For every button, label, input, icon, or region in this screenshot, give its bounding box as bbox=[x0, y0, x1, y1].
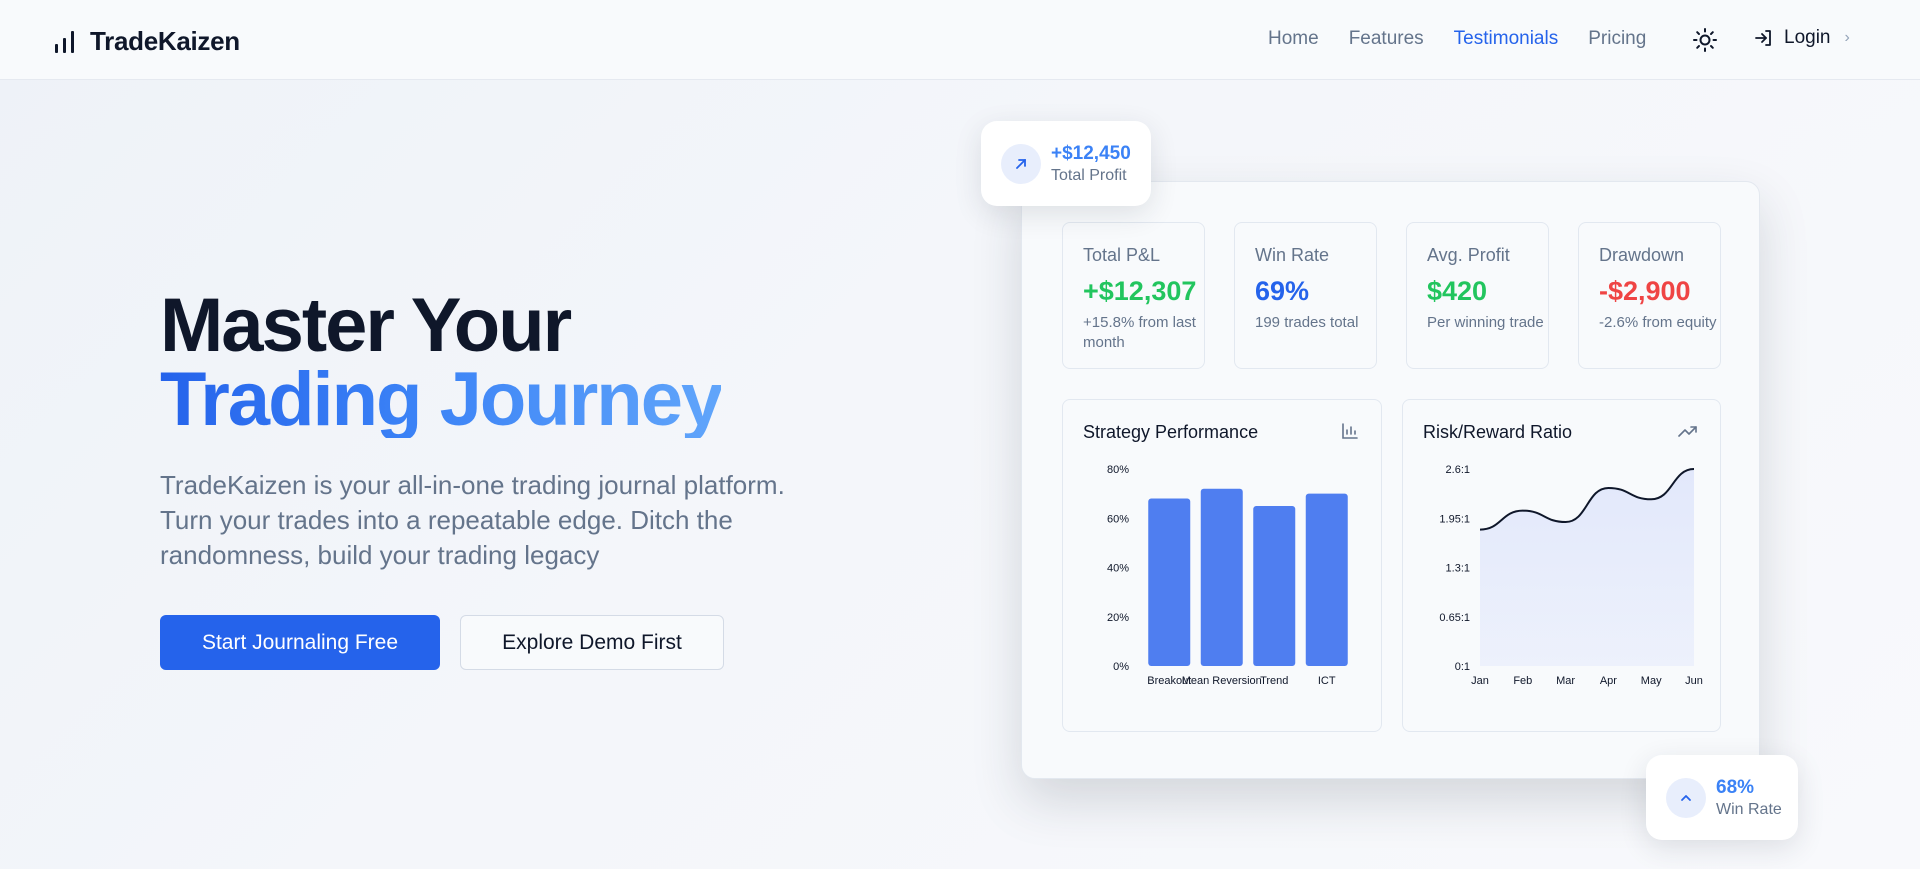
hero-title: Master Your Trading Journey bbox=[160, 283, 723, 442]
chevron-right-icon: › bbox=[1844, 29, 1850, 46]
badge-value: 68% bbox=[1716, 777, 1755, 798]
stat-card-win-rate: Win Rate 69% 199 trades total bbox=[1234, 222, 1377, 369]
badge-value: +$12,450 bbox=[1051, 143, 1131, 164]
arrow-up-right-icon bbox=[1001, 144, 1041, 184]
total-profit-badge: +$12,450 Total Profit bbox=[981, 121, 1151, 206]
bar bbox=[1148, 498, 1191, 666]
x-tick-label: Mar bbox=[1556, 675, 1575, 687]
start-journaling-button[interactable]: Start Journaling Free bbox=[160, 615, 440, 670]
stat-sub: +15.8% from last month bbox=[1083, 314, 1196, 351]
x-tick-label: May bbox=[1641, 675, 1662, 687]
login-label: Login bbox=[1784, 27, 1831, 48]
nav-testimonials[interactable]: Testimonials bbox=[1454, 28, 1559, 50]
x-tick-label: ICT bbox=[1318, 675, 1336, 687]
stat-sub: -2.6% from equity bbox=[1599, 314, 1717, 331]
nav-pricing[interactable]: Pricing bbox=[1588, 28, 1646, 50]
stat-label: Win Rate bbox=[1255, 245, 1330, 265]
nav-home[interactable]: Home bbox=[1268, 28, 1319, 50]
stat-value: +$12,307 bbox=[1083, 276, 1197, 306]
x-tick-label: Mean Reversion bbox=[1182, 675, 1262, 687]
y-tick-label: 60% bbox=[1107, 513, 1129, 525]
y-tick-label: 80% bbox=[1107, 464, 1129, 476]
bar-chart-icon bbox=[55, 30, 74, 53]
y-tick-label: 0% bbox=[1113, 661, 1129, 673]
chevron-up-icon bbox=[1666, 778, 1706, 818]
y-tick-label: 40% bbox=[1107, 563, 1129, 575]
x-tick-label: Feb bbox=[1513, 675, 1532, 687]
strategy-performance-panel: Strategy Performance 0% 20% 40% 60% 80% Break… bbox=[1062, 399, 1382, 732]
bar bbox=[1305, 493, 1348, 666]
stat-value: 69% bbox=[1255, 276, 1310, 306]
x-tick-label: Jun bbox=[1685, 675, 1703, 687]
site-header: TradeKaizen Home Features Testimonials P… bbox=[0, 0, 1920, 80]
stat-value: $420 bbox=[1427, 276, 1488, 306]
x-tick-label: Trend bbox=[1260, 675, 1288, 687]
main-nav: Home Features Testimonials Pricing bbox=[1268, 28, 1646, 50]
stat-value: -$2,900 bbox=[1599, 276, 1691, 306]
badge-label: Total Profit bbox=[1051, 167, 1127, 184]
login-button[interactable]: Login › bbox=[1754, 27, 1850, 49]
risk-reward-area-chart: 0:1 0.65:1 1.3:1 1.95:1 2.6:1 Jan Feb Mar Apr May… bbox=[1439, 464, 1703, 687]
bar bbox=[1200, 488, 1243, 666]
badge-label: Win Rate bbox=[1716, 801, 1782, 818]
dashboard-preview: Total P&L +$12,307 +15.8% from last mont… bbox=[1021, 181, 1760, 779]
stat-card-drawdown: Drawdown -$2,900 -2.6% from equity bbox=[1578, 222, 1721, 369]
y-tick-label: 2.6:1 bbox=[1446, 464, 1470, 476]
stat-card-avg-profit: Avg. Profit $420 Per winning trade bbox=[1406, 222, 1549, 369]
y-tick-label: 0:1 bbox=[1455, 661, 1470, 673]
stat-card-total-pnl: Total P&L +$12,307 +15.8% from last mont… bbox=[1062, 222, 1205, 369]
strategy-bar-chart: 0%20%40%60%80%BreakoutMean ReversionTren… bbox=[1107, 464, 1348, 687]
x-tick-label: Apr bbox=[1600, 675, 1617, 687]
sun-icon bbox=[1693, 28, 1717, 52]
explore-demo-button[interactable]: Explore Demo First bbox=[460, 615, 724, 670]
win-rate-badge: 68% Win Rate bbox=[1646, 755, 1798, 840]
nav-features[interactable]: Features bbox=[1349, 28, 1424, 50]
stat-sub: Per winning trade bbox=[1427, 314, 1544, 331]
y-tick-label: 0.65:1 bbox=[1439, 612, 1470, 624]
stat-sub: 199 trades total bbox=[1255, 314, 1359, 331]
area-fill bbox=[1480, 469, 1694, 666]
stat-label: Total P&L bbox=[1083, 245, 1161, 265]
hero-subtitle: TradeKaizen is your all-in-one trading j… bbox=[160, 470, 785, 570]
stat-label: Drawdown bbox=[1599, 245, 1685, 265]
x-tick-label: Jan bbox=[1471, 675, 1489, 687]
brand-logo[interactable]: TradeKaizen bbox=[54, 26, 240, 57]
risk-reward-panel: Risk/Reward Ratio 0:1 0.65:1 1.3:1 1.95:1 2.… bbox=[1402, 399, 1721, 732]
brand-name: TradeKaizen bbox=[90, 26, 240, 56]
y-tick-label: 1.3:1 bbox=[1446, 563, 1470, 575]
bar bbox=[1253, 505, 1296, 666]
hero-title-line1: Master Your bbox=[160, 283, 572, 368]
hero-title-line2: Trading Journey bbox=[160, 357, 723, 442]
stat-label: Avg. Profit bbox=[1427, 245, 1510, 265]
y-tick-label: 20% bbox=[1107, 612, 1129, 624]
y-tick-label: 1.95:1 bbox=[1439, 513, 1470, 525]
theme-toggle-button[interactable] bbox=[1692, 27, 1718, 53]
login-icon bbox=[1755, 30, 1771, 46]
